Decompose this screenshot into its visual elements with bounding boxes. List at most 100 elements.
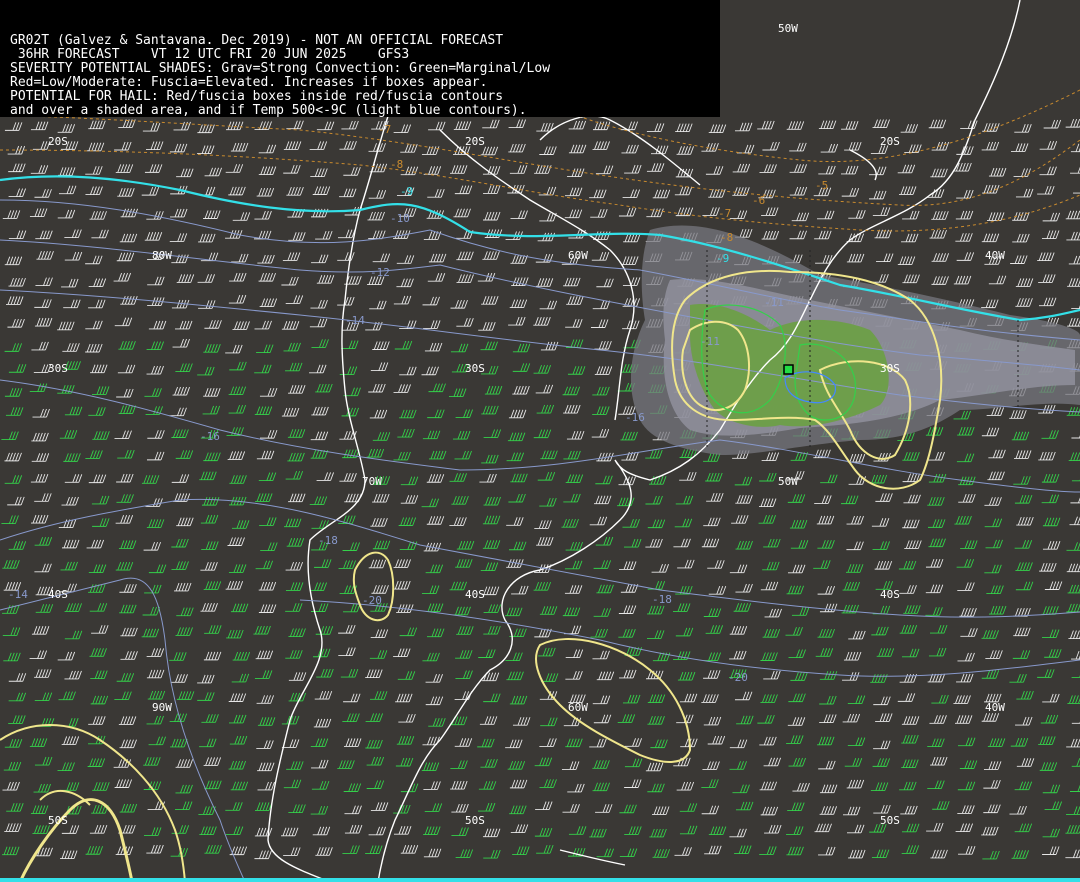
wind-barb xyxy=(61,736,80,745)
wind-barb xyxy=(2,210,21,219)
wind-barb xyxy=(789,230,807,240)
wind-barb xyxy=(1041,494,1060,504)
wind-barb xyxy=(309,318,328,328)
wind-barb xyxy=(843,806,861,816)
wind-barb xyxy=(90,670,108,679)
wind-barb xyxy=(424,803,443,812)
wind-barb xyxy=(847,737,866,746)
wind-barb xyxy=(64,474,83,483)
wind-barb xyxy=(342,713,360,722)
wind-barb xyxy=(425,564,444,574)
wind-barb xyxy=(535,801,553,810)
wind-barb xyxy=(870,782,889,791)
wind-barb xyxy=(63,453,81,462)
wind-barb xyxy=(563,625,582,635)
wind-barb xyxy=(170,848,189,857)
wind-barb xyxy=(1015,278,1034,287)
wind-barb xyxy=(257,717,276,726)
wind-barb xyxy=(169,407,187,417)
lat-40s-a: 40S xyxy=(48,588,68,601)
wind-barb xyxy=(872,207,891,216)
wind-barb xyxy=(423,848,442,858)
wind-barb xyxy=(425,674,443,683)
wind-barb xyxy=(64,229,82,239)
wind-barb xyxy=(702,207,720,216)
wind-barb xyxy=(258,604,277,613)
wind-barb xyxy=(983,804,1001,814)
wind-barb xyxy=(875,493,893,502)
wind-barb xyxy=(286,761,304,770)
wind-barb xyxy=(679,803,698,812)
wind-barb xyxy=(593,560,612,569)
wind-barb xyxy=(370,802,389,811)
wind-barb xyxy=(760,652,778,661)
wind-barb xyxy=(366,448,385,458)
wind-barb xyxy=(1039,762,1058,771)
header-line-6: and over a shaded area, and if Temp 500<… xyxy=(10,103,527,118)
wind-barb xyxy=(257,762,275,772)
wind-barb xyxy=(203,757,222,766)
wind-barb xyxy=(4,122,23,131)
wind-barb xyxy=(118,405,137,415)
wind-barb xyxy=(899,585,917,594)
wind-barb xyxy=(169,233,188,242)
wind-barb xyxy=(61,496,79,506)
wind-barb xyxy=(1037,252,1055,262)
wind-barb xyxy=(539,497,557,507)
wind-barb xyxy=(876,253,894,263)
wind-barb xyxy=(61,278,79,288)
wind-barb xyxy=(393,384,411,393)
wind-barb xyxy=(708,826,727,836)
lat-40s-b: 40S xyxy=(465,588,485,601)
wind-barb xyxy=(563,404,581,414)
wind-barb xyxy=(338,560,356,569)
wind-barb xyxy=(310,168,328,177)
wind-barb xyxy=(647,519,666,529)
wind-barb xyxy=(85,186,103,195)
wind-barb xyxy=(230,603,249,613)
wind-barb xyxy=(8,364,27,373)
wind-barb xyxy=(450,343,469,353)
wind-barb xyxy=(953,695,971,704)
wind-barb xyxy=(89,648,107,657)
wind-barb xyxy=(704,845,722,855)
wind-barb xyxy=(32,408,50,418)
wind-barb xyxy=(455,650,473,659)
wind-barb xyxy=(372,493,390,503)
wind-barb xyxy=(624,738,642,747)
wind-barb xyxy=(256,695,274,704)
wind-barb xyxy=(984,518,1003,528)
wind-barb xyxy=(1065,825,1080,834)
wind-barb xyxy=(281,407,300,417)
wind-barb xyxy=(676,781,695,791)
wind-barb xyxy=(427,409,445,419)
wind-barb xyxy=(397,671,416,680)
wind-barb xyxy=(285,582,304,591)
wind-barb xyxy=(393,580,411,590)
wind-barb xyxy=(786,585,804,595)
wind-barb xyxy=(92,782,110,791)
wind-barb xyxy=(624,538,642,548)
wind-barb xyxy=(594,340,612,350)
wind-barb xyxy=(536,122,554,132)
wind-barb xyxy=(702,761,720,770)
wind-barb xyxy=(677,671,696,681)
wind-barb xyxy=(64,630,83,640)
wind-barb xyxy=(649,828,667,838)
wind-barb xyxy=(592,141,610,150)
wind-barb xyxy=(422,652,440,662)
wind-barb xyxy=(589,828,607,838)
wind-barb xyxy=(537,471,556,481)
wind-barb xyxy=(312,826,331,836)
wind-barb xyxy=(453,121,472,130)
wind-barb xyxy=(507,432,526,442)
wind-barb xyxy=(483,625,501,635)
wind-barb xyxy=(428,383,446,393)
wind-barb xyxy=(813,560,831,569)
wind-barb xyxy=(204,844,222,854)
wind-barb xyxy=(988,167,1007,177)
wind-barb xyxy=(398,713,416,723)
wind-barb xyxy=(259,387,278,397)
wind-barb xyxy=(592,650,610,660)
wind-barb xyxy=(1071,305,1080,309)
